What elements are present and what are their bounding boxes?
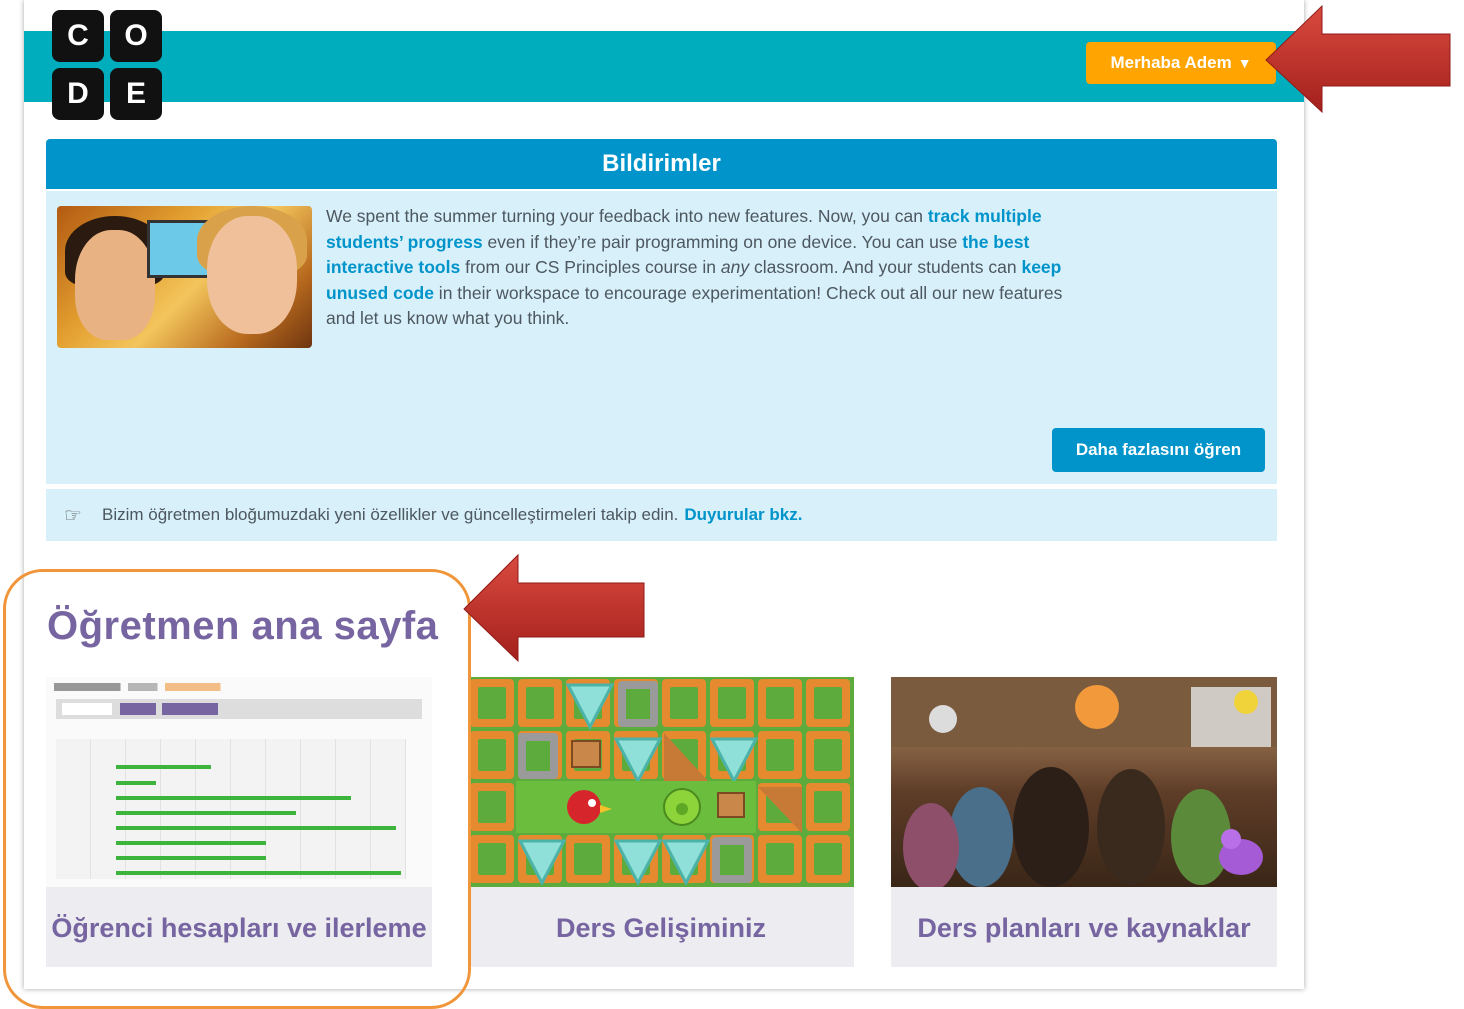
chevron-down-icon: ▼ bbox=[1237, 55, 1252, 71]
user-menu-label: Merhaba Adem bbox=[1110, 53, 1232, 72]
lesson-plans-label: Ders planları ve kaynaklar bbox=[917, 912, 1251, 943]
code-logo[interactable]: C O D E bbox=[52, 10, 164, 122]
annotation-arrow-icon bbox=[1265, 4, 1451, 114]
logo-letter-o: O bbox=[110, 10, 162, 62]
logo-letter-e: E bbox=[110, 68, 162, 120]
notification-text: We spent the summer turning your feedbac… bbox=[326, 204, 1066, 332]
angry-birds-thumbnail bbox=[468, 677, 854, 887]
course-progress-card[interactable]: Ders Gelişiminiz bbox=[468, 677, 854, 967]
notifications-header: Bildirimler bbox=[46, 139, 1277, 189]
announcements-link[interactable]: Duyurular bkz. bbox=[684, 505, 802, 525]
course-progress-label: Ders Gelişiminiz bbox=[555, 912, 767, 943]
notification-text-part: from our CS Principles course in bbox=[460, 257, 721, 277]
pointing-hand-icon: ☞ bbox=[64, 504, 82, 527]
notification-text-part: even if they’re pair programming on one … bbox=[482, 231, 963, 252]
classroom-thumbnail bbox=[891, 677, 1277, 887]
notification-text-emphasis: any bbox=[720, 257, 750, 277]
classroom-graphic bbox=[891, 677, 1277, 887]
notification-text-part: We spent the summer turning your feedbac… bbox=[326, 206, 928, 226]
notification-text-part: classroom. And your students can bbox=[749, 257, 1022, 277]
students-photo bbox=[57, 206, 312, 348]
learn-more-button[interactable]: Daha fazlasını öğren bbox=[1052, 428, 1265, 472]
annotation-arrow-icon bbox=[463, 553, 645, 663]
annotation-highlight-box bbox=[3, 569, 471, 1009]
lesson-plans-card[interactable]: Ders planları ve kaynaklar bbox=[891, 677, 1277, 967]
user-menu-button[interactable]: Merhaba Adem ▼ bbox=[1086, 42, 1276, 84]
blog-text: Bizim öğretmen bloğumuzdaki yeni özellik… bbox=[102, 505, 679, 524]
notification-text-part: in their workspace to encourage experime… bbox=[326, 282, 1063, 329]
blog-announcement: ☞ Bizim öğretmen bloğumuzdaki yeni özell… bbox=[46, 489, 1277, 541]
notification-panel: We spent the summer turning your feedbac… bbox=[46, 191, 1277, 484]
logo-letter-d: D bbox=[52, 68, 104, 120]
logo-letter-c: C bbox=[52, 10, 104, 62]
notifications-title: Bildirimler bbox=[602, 150, 721, 177]
puzzle-grid-graphic bbox=[468, 677, 854, 887]
